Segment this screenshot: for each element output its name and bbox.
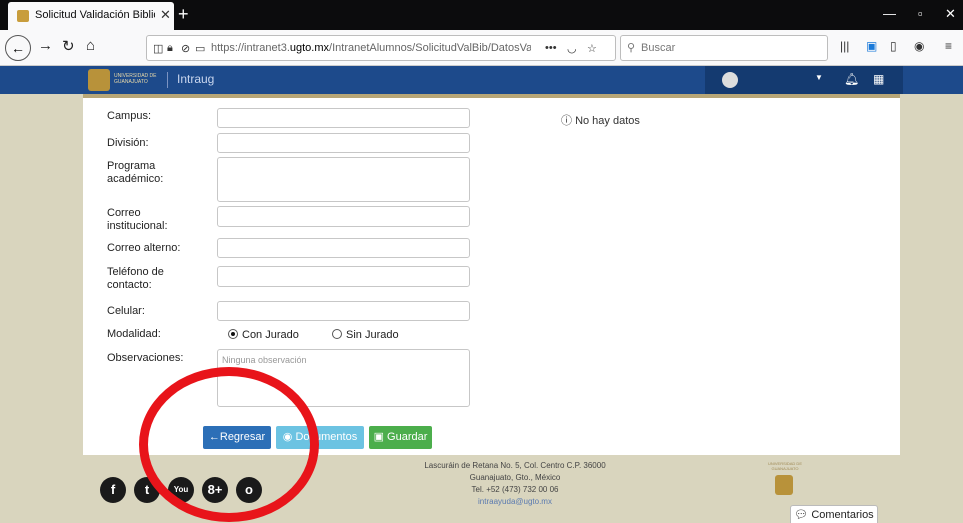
close-window-icon[interactable]: ✕ xyxy=(945,6,956,22)
label-correo-alterno: Correo alterno: xyxy=(107,242,181,254)
correo-alterno-field[interactable] xyxy=(217,238,470,258)
footer-seal-text: UNIVERSIDAD DE GUANAJUATO xyxy=(767,461,802,471)
celular-field[interactable] xyxy=(217,301,470,321)
site-header: UNIVERSIDAD DE GUANAJUATO Intraug ▼ 🔔︎ ▦ xyxy=(0,66,963,94)
annotation-circle xyxy=(139,367,319,522)
radio-con-jurado[interactable] xyxy=(228,329,238,339)
facebook-icon[interactable]: f xyxy=(100,477,126,503)
header-gold-line xyxy=(83,94,900,98)
division-field[interactable] xyxy=(217,133,470,153)
forward-icon[interactable]: → xyxy=(38,37,53,54)
maximize-icon[interactable]: ▫ xyxy=(918,6,923,21)
tab-close-icon[interactable]: ✕ xyxy=(160,7,171,23)
new-tab-button[interactable]: + xyxy=(178,4,189,25)
lock-icon: 🔒︎ xyxy=(167,42,173,54)
logo-text: UNIVERSIDAD DE GUANAJUATO xyxy=(114,73,157,85)
footer-email[interactable]: intraayuda@ugto.mx xyxy=(405,496,625,508)
browser-tab[interactable]: Solicitud Validación Biblioteca ✕ xyxy=(8,2,174,30)
user-dropdown-icon[interactable]: ▼ xyxy=(815,73,823,82)
sync-icon[interactable]: ▣ xyxy=(866,39,877,53)
page-actions-icon[interactable]: ••• xyxy=(545,42,557,54)
pocket-icon[interactable]: ◡ xyxy=(567,42,577,55)
notifications-icon[interactable]: 🔔︎ xyxy=(844,72,859,86)
info-icon: ⓘ xyxy=(561,115,572,127)
search-bar[interactable]: ⚲ Buscar xyxy=(620,35,828,61)
back-icon[interactable]: ← xyxy=(5,35,31,61)
footer-address: Lascuráin de Retana No. 5, Col. Centro C… xyxy=(405,460,625,508)
tab-title: Solicitud Validación Biblioteca xyxy=(35,9,155,21)
no-data-message: ⓘ No hay datos xyxy=(561,112,640,128)
tracking-icon: ⊘ xyxy=(181,43,191,55)
page-info-icon[interactable]: ◫ xyxy=(153,42,163,55)
search-placeholder: Buscar xyxy=(641,42,676,54)
label-celular: Celular: xyxy=(107,305,145,317)
right-margin xyxy=(900,94,963,523)
url-text[interactable]: https://intranet3.ugto.mx/IntranetAlumno… xyxy=(211,42,531,54)
footer-phone: Tel. +52 (473) 732 00 06 xyxy=(471,485,559,494)
label-observaciones: Observaciones: xyxy=(107,352,184,364)
avatar[interactable] xyxy=(722,72,738,88)
browser-navigation-bar: ← → ↻ ⌂ ◫ 🔒︎ ⊘ ▭ https://intranet3.ugto.… xyxy=(0,30,963,66)
programa-field[interactable] xyxy=(217,157,470,202)
correo-institucional-field[interactable] xyxy=(217,206,470,227)
option-con-jurado-label[interactable]: Con Jurado xyxy=(242,329,299,342)
footer-seal xyxy=(775,475,793,495)
university-logo[interactable] xyxy=(88,69,110,91)
address-line-2: Guanajuato, Gto., México xyxy=(469,473,561,482)
label-division: División: xyxy=(107,137,149,149)
account-icon[interactable]: ◉ xyxy=(914,39,924,53)
apps-grid-icon[interactable]: ▦ xyxy=(873,72,884,86)
left-margin xyxy=(0,94,83,523)
bookmark-star-icon[interactable]: ☆ xyxy=(587,42,597,55)
radio-sin-jurado[interactable] xyxy=(332,329,342,339)
header-divider xyxy=(167,72,168,88)
guardar-button[interactable]: ▣ Guardar xyxy=(369,426,432,449)
save-icon: ▣ xyxy=(373,431,384,443)
campus-field[interactable] xyxy=(217,108,470,128)
label-telefono: Teléfono de contacto: xyxy=(107,266,164,291)
label-campus: Campus: xyxy=(107,110,152,122)
reload-icon[interactable]: ↻ xyxy=(62,37,75,55)
sidebar-icon[interactable]: ▯ xyxy=(890,39,897,53)
comment-icon: 💬︎ xyxy=(794,509,809,521)
site-brand[interactable]: Intraug xyxy=(177,72,214,86)
telefono-field[interactable] xyxy=(217,266,470,287)
address-bar[interactable]: ◫ 🔒︎ ⊘ ▭ https://intranet3.ugto.mx/Intra… xyxy=(146,35,616,61)
observaciones-placeholder: Ninguna observación xyxy=(222,355,307,365)
favicon-icon xyxy=(17,10,29,22)
reader-icon: ▭ xyxy=(195,43,206,55)
label-modalidad: Modalidad: xyxy=(107,328,161,340)
option-sin-jurado-label[interactable]: Sin Jurado xyxy=(346,329,399,342)
library-icon[interactable]: ||| xyxy=(840,39,849,53)
menu-icon[interactable]: ≡ xyxy=(945,39,952,53)
label-programa: Programa académico: xyxy=(107,160,164,185)
home-icon[interactable]: ⌂ xyxy=(86,37,95,54)
minimize-icon[interactable]: — xyxy=(883,6,896,21)
comments-button[interactable]: 💬︎ Comentarios xyxy=(790,505,878,523)
address-line-1: Lascuráin de Retana No. 5, Col. Centro C… xyxy=(424,461,606,470)
search-icon: ⚲ xyxy=(627,42,636,54)
no-data-text: No hay datos xyxy=(575,115,640,127)
label-correo-institucional: Correo institucional: xyxy=(107,207,168,232)
